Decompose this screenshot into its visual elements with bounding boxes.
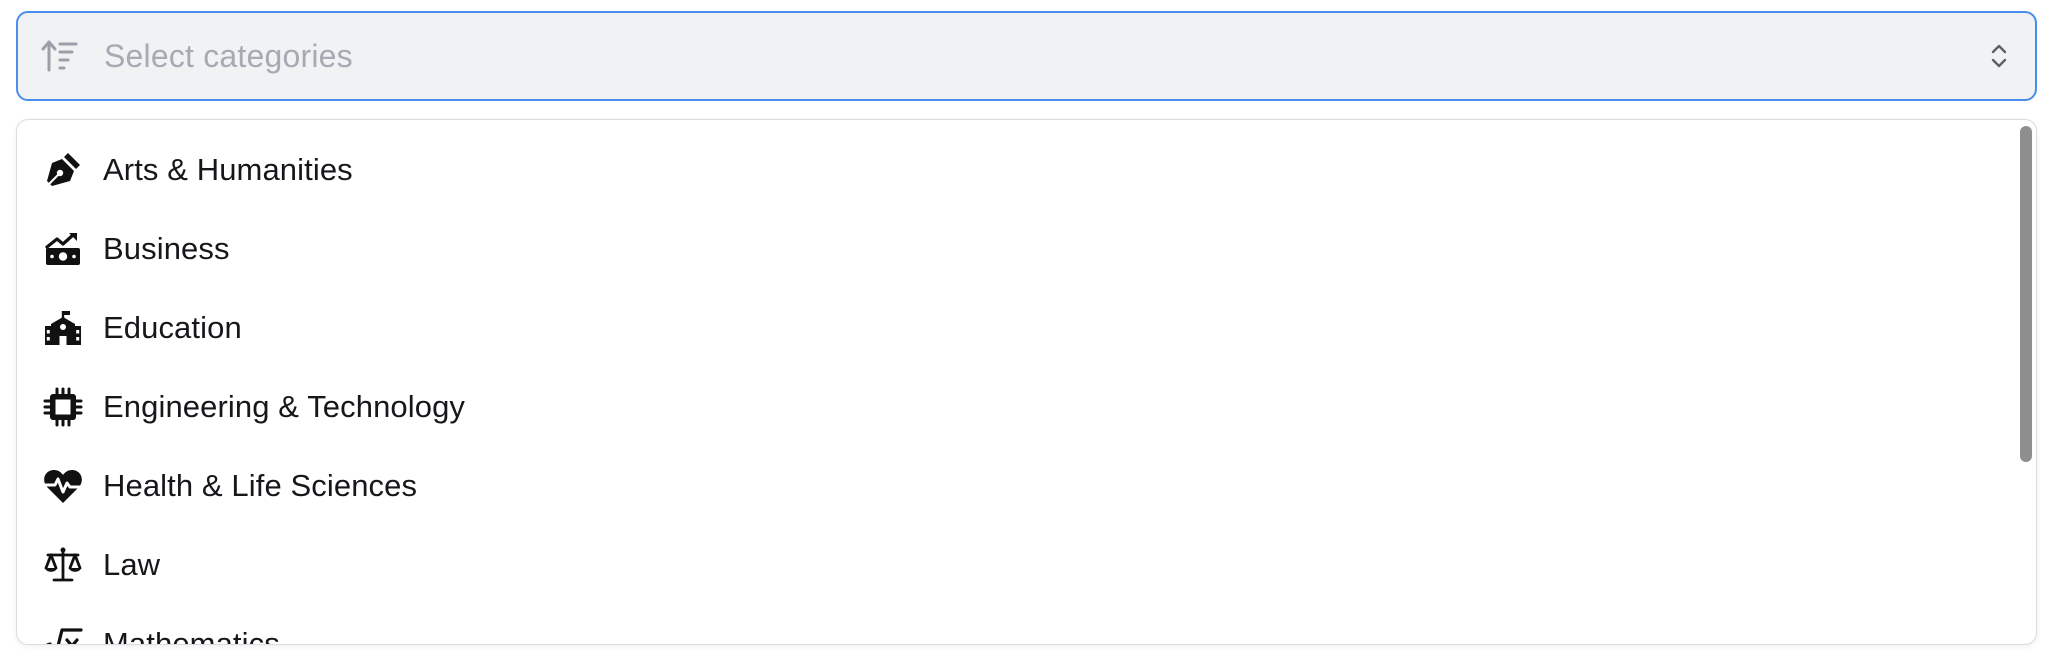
option-label: Health & Life Sciences bbox=[103, 467, 418, 503]
scrollbar[interactable] bbox=[2020, 126, 2032, 638]
option-education[interactable]: Education bbox=[17, 288, 2016, 367]
square-root-icon bbox=[43, 624, 83, 644]
option-label: Education bbox=[103, 309, 242, 345]
option-arts-humanities[interactable]: Arts & Humanities bbox=[17, 130, 2016, 209]
option-health-life-sciences[interactable]: Health & Life Sciences bbox=[17, 446, 2016, 525]
microchip-icon bbox=[43, 387, 83, 427]
option-law[interactable]: Law bbox=[17, 525, 2016, 604]
scrollbar-thumb[interactable] bbox=[2020, 126, 2032, 462]
money-chart-icon bbox=[43, 229, 83, 269]
option-mathematics[interactable]: Mathematics bbox=[17, 604, 2016, 644]
scale-balance-icon bbox=[43, 545, 83, 585]
category-select[interactable]: Select categories bbox=[16, 11, 2037, 101]
sort-ascending-icon bbox=[40, 36, 80, 76]
option-label: Mathematics bbox=[103, 625, 280, 645]
option-label: Engineering & Technology bbox=[103, 388, 466, 424]
category-options-list: Arts & Humanities Business Education Eng… bbox=[16, 119, 2037, 645]
school-icon bbox=[43, 308, 83, 348]
option-engineering-technology[interactable]: Engineering & Technology bbox=[17, 367, 2016, 446]
option-label: Arts & Humanities bbox=[103, 151, 353, 187]
option-label: Business bbox=[103, 230, 230, 266]
pen-nib-icon bbox=[43, 150, 83, 190]
select-placeholder: Select categories bbox=[104, 37, 353, 74]
heart-pulse-icon bbox=[43, 466, 83, 506]
chevrons-up-down-icon bbox=[1985, 36, 2013, 76]
option-label: Law bbox=[103, 546, 161, 582]
option-business[interactable]: Business bbox=[17, 209, 2016, 288]
